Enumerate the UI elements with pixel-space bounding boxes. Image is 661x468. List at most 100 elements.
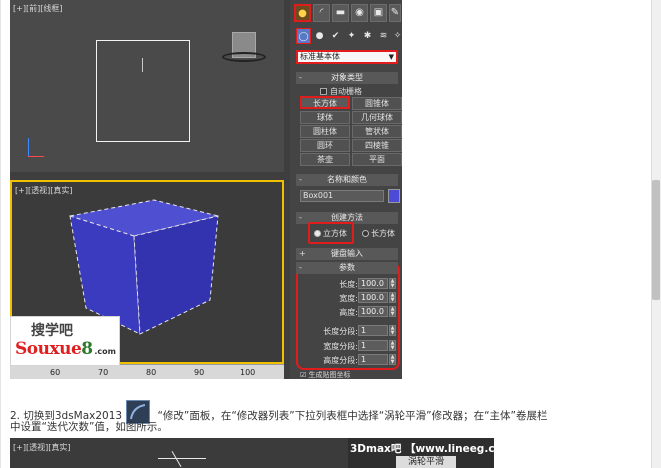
- viewport-front-mode[interactable]: [线框]: [40, 4, 62, 13]
- rollout-object-type-title: 对象类型: [331, 73, 363, 82]
- object-color-swatch[interactable]: [388, 189, 400, 203]
- page-left-rule: [0, 0, 1, 468]
- utilities-tab[interactable]: ✎: [389, 4, 401, 22]
- logo-en-part: Souxue: [15, 339, 82, 359]
- viewport-front[interactable]: [+][前][线框]: [10, 0, 284, 172]
- viewport-persp-plus[interactable]: [+]: [15, 186, 28, 195]
- shapes-button[interactable]: ●: [312, 28, 327, 44]
- height-segs-param: 高度分段: 1 ▲ ▼: [300, 354, 396, 366]
- viewport-persp2-mode[interactable]: [真实]: [48, 443, 70, 452]
- checkbox-box: [320, 88, 327, 95]
- viewport-front-view[interactable]: [前]: [26, 4, 40, 13]
- length-segs-input[interactable]: 1: [358, 325, 388, 336]
- rollout-name-color-title: 名称和颜色: [327, 175, 367, 184]
- helpers-button[interactable]: ✱: [360, 28, 375, 44]
- time-ruler[interactable]: 60 70 80 90 100: [10, 364, 284, 379]
- sphere-button[interactable]: 球体: [300, 111, 350, 124]
- width-input[interactable]: 100.0: [358, 292, 388, 303]
- rollout-collapse-icon: -: [299, 175, 302, 184]
- height-segs-input[interactable]: 1: [358, 354, 388, 365]
- hierarchy-icon: ▬: [335, 7, 346, 18]
- rollout-name-color[interactable]: - 名称和颜色: [296, 174, 398, 186]
- viewport-front-plus[interactable]: [+]: [13, 4, 26, 13]
- object-name-field[interactable]: Box001: [300, 190, 384, 202]
- height-spinner[interactable]: ▲ ▼: [389, 306, 396, 317]
- create-icon: ●: [298, 8, 307, 19]
- logo-en-text: Souxue8: [15, 339, 93, 359]
- height-segs-spinner[interactable]: ▲ ▼: [389, 354, 396, 365]
- geosphere-button[interactable]: 几何球体: [352, 111, 402, 124]
- display-tab[interactable]: ▣: [370, 4, 387, 22]
- width-segs-label: 宽度分段:: [323, 342, 358, 351]
- command-panel: ● ◜ ▬ ◉ ▣ ✎ ◯ ● ✔ ✦ ✱ ≋ ✧ 标准基本体 ▼ - 对象类型…: [290, 0, 402, 379]
- width-param: 宽度: 100.0 ▲ ▼: [300, 292, 396, 304]
- modify-tab[interactable]: ◜: [313, 4, 330, 22]
- rollout-keyboard-entry-title: 键盘输入: [331, 249, 363, 258]
- command-panel-tabs: ● ◜ ▬ ◉ ▣ ✎: [292, 4, 401, 24]
- length-segs-spinner[interactable]: ▲ ▼: [389, 325, 396, 336]
- modifier-name-turbosmooth[interactable]: 涡轮平滑: [396, 456, 456, 468]
- viewport-front-label[interactable]: [+][前][线框]: [13, 3, 62, 14]
- length-input[interactable]: 100.0: [358, 278, 388, 289]
- box-wireframe: [96, 40, 190, 142]
- cube-radio-label: 立方体: [323, 229, 347, 238]
- rollout-object-type[interactable]: - 对象类型: [296, 72, 398, 84]
- tube-button[interactable]: 管状体: [352, 125, 402, 138]
- pyramid-button[interactable]: 四棱锥: [352, 139, 402, 152]
- rollout-keyboard-entry[interactable]: + 键盘输入: [296, 248, 398, 260]
- plane-button[interactable]: 平面: [352, 153, 402, 166]
- cube-radio[interactable]: 立方体: [314, 228, 347, 239]
- instruction-line-2: 中设置“迭代次数”值，如图所示。: [10, 421, 168, 433]
- logo-en-num: 8: [81, 339, 93, 359]
- rollout-collapse-icon: -: [299, 73, 302, 82]
- create-tab[interactable]: ●: [294, 4, 311, 22]
- create-subcategory-row: ◯ ● ✔ ✦ ✱ ≋ ✧: [292, 28, 402, 46]
- page-scrollbar[interactable]: [651, 0, 661, 468]
- scrollbar-thumb[interactable]: [652, 180, 660, 300]
- height-input[interactable]: 100.0: [358, 306, 388, 317]
- rollout-creation-method-title: 创建方法: [331, 213, 363, 222]
- systems-icon: ✧: [393, 31, 402, 41]
- display-icon: ▣: [373, 7, 384, 18]
- viewcube-ring-front[interactable]: [222, 52, 266, 62]
- cameras-button[interactable]: ✦: [344, 28, 359, 44]
- box-radio[interactable]: 长方体: [362, 228, 395, 239]
- torus-button[interactable]: 圆环: [300, 139, 350, 152]
- gen-mapping-checkbox[interactable]: ☑ 生成贴图坐标: [300, 370, 351, 379]
- spacewarps-icon: ≋: [379, 31, 388, 41]
- ruler-tick: 70: [98, 368, 109, 377]
- motion-tab[interactable]: ◉: [351, 4, 368, 22]
- viewport-persp2-plus[interactable]: [+]: [13, 443, 26, 452]
- viewport-persp-view[interactable]: [透视]: [28, 186, 50, 195]
- length-segs-label: 长度分段:: [323, 327, 358, 336]
- spacewarps-button[interactable]: ≋: [376, 28, 391, 44]
- rollout-expand-icon: +: [299, 249, 306, 258]
- motion-icon: ◉: [355, 7, 364, 18]
- viewport-persp2-label[interactable]: [+][透视][真实]: [13, 442, 70, 453]
- length-spinner[interactable]: ▲ ▼: [389, 278, 396, 289]
- box-wireframe-edge: [171, 450, 182, 468]
- width-label: 宽度:: [339, 294, 358, 303]
- category-dropdown[interactable]: 标准基本体 ▼: [296, 50, 398, 64]
- teapot-button[interactable]: 茶壶: [300, 153, 350, 166]
- cameras-icon: ✦: [347, 31, 356, 41]
- rollout-collapse-icon: -: [299, 263, 302, 272]
- lights-button[interactable]: ✔: [328, 28, 343, 44]
- geometry-button[interactable]: ◯: [296, 28, 311, 44]
- rollout-parameters[interactable]: - 参数: [296, 262, 398, 274]
- width-segs-input[interactable]: 1: [358, 340, 388, 351]
- lights-icon: ✔: [331, 31, 340, 41]
- tieba-watermark: 3Dmax吧 【www.lineeg.com/tieba/1771】: [350, 443, 494, 455]
- viewport-persp2-view[interactable]: [透视]: [26, 443, 48, 452]
- height-segs-label: 高度分段:: [323, 356, 358, 365]
- systems-button[interactable]: ✧: [390, 28, 402, 44]
- cylinder-button[interactable]: 圆柱体: [300, 125, 350, 138]
- cone-button[interactable]: 圆锥体: [352, 97, 402, 110]
- hierarchy-tab[interactable]: ▬: [332, 4, 349, 22]
- width-spinner[interactable]: ▲ ▼: [389, 292, 396, 303]
- utilities-icon: ✎: [390, 7, 400, 18]
- width-segs-spinner[interactable]: ▲ ▼: [389, 340, 396, 351]
- box-button[interactable]: 长方体: [300, 96, 350, 109]
- modify-icon: ◜: [319, 7, 324, 18]
- height-label: 高度:: [339, 308, 358, 317]
